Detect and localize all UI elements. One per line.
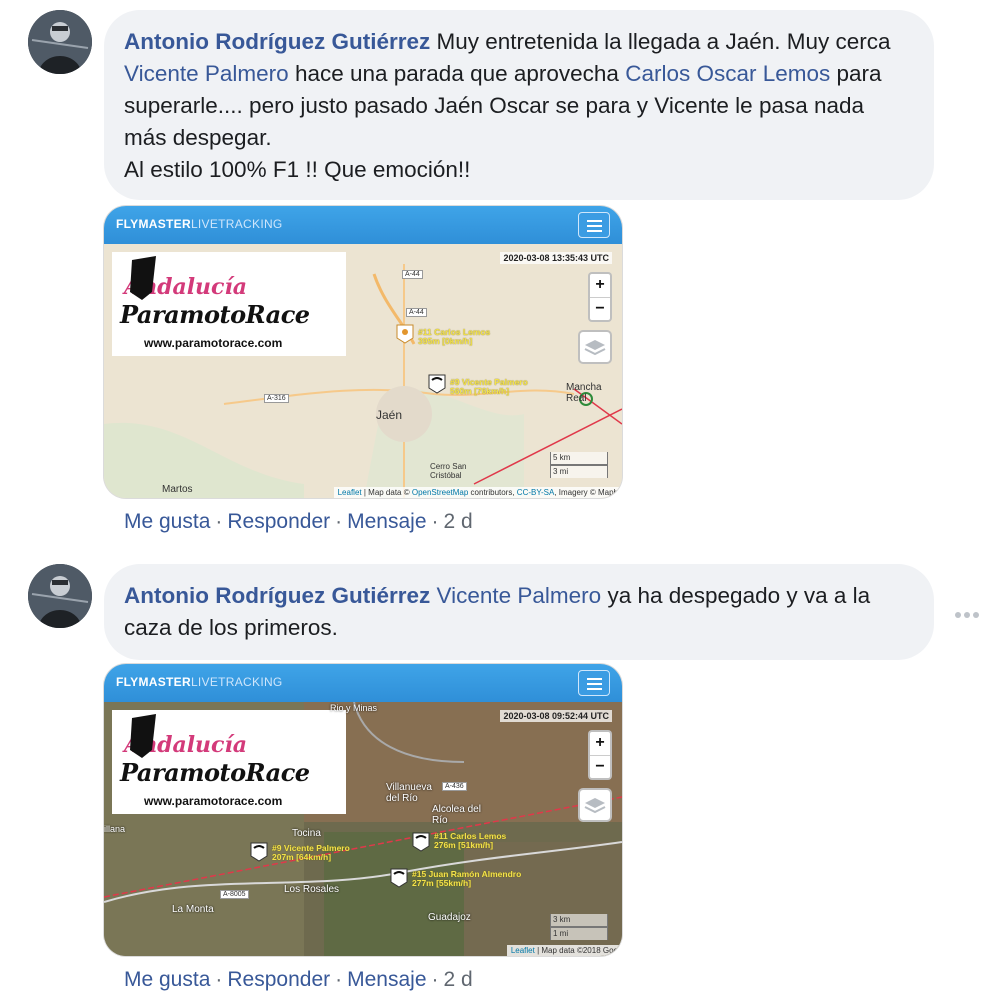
map-scale: 3 km 1 mi [550, 914, 608, 940]
like-link[interactable]: Me gusta [124, 510, 210, 533]
pilot-marker-icon [412, 832, 430, 852]
avatar-image [28, 564, 92, 628]
hamburger-menu-icon [578, 212, 610, 238]
zoom-in-icon: + [595, 276, 605, 293]
road-label: A-436 [442, 782, 467, 791]
map-view: Andalucía ParamotoRace www.paramotorace.… [104, 244, 622, 498]
comment-bubble: Antonio Rodríguez Gutiérrez Vicente Palm… [104, 564, 934, 660]
map-view: Andalucía ParamotoRace www.paramotorace.… [104, 702, 622, 956]
pilot-label: #15 Juan Ramón Almendro 277m [55km/h] [412, 869, 522, 888]
comment-author[interactable]: Antonio Rodríguez Gutiérrez [124, 29, 430, 54]
mention-vicente-palmero[interactable]: Vicente Palmero [437, 583, 602, 608]
logo-url: www.paramotorace.com [144, 336, 283, 350]
layers-icon [578, 330, 612, 364]
place-label: Martos [162, 484, 193, 495]
zoom-control: + − [588, 730, 612, 780]
zoom-control: + − [588, 272, 612, 322]
road-label: A-44 [402, 270, 423, 279]
pilot-label: #9 Vicente Palmero 207m [64km/h] [272, 843, 350, 862]
place-label: illana [104, 824, 126, 834]
comment-actions: Me gusta · Responder · Mensaje · 2 d [124, 510, 473, 533]
pilot-label: #11 Carlos Lemos 395m [0km/h] [418, 327, 491, 346]
more-options-icon[interactable] [954, 610, 980, 620]
layers-icon [578, 788, 612, 822]
message-link[interactable]: Mensaje [347, 968, 426, 991]
flymaster-header: FLYMASTERLIVETRACKING [104, 206, 622, 244]
avatar[interactable] [28, 564, 92, 628]
map-timestamp: 2020-03-08 09:52:44 UTC [500, 710, 612, 722]
map-screenshot-attachment[interactable]: FLYMASTERLIVETRACKING Andalucía Paramoto… [104, 664, 622, 956]
place-label: Tocina [292, 828, 321, 839]
paramotorace-logo: Andalucía ParamotoRace www.paramotorace.… [112, 710, 346, 814]
road-label: A-44 [406, 308, 427, 317]
place-label: Los Rosales [284, 884, 340, 895]
comment-bubble: Antonio Rodríguez Gutiérrez Muy entreten… [104, 10, 934, 200]
map-attribution: Leaflet | Map data © OpenStreetMap contr… [333, 487, 622, 498]
message-link[interactable]: Mensaje [347, 510, 426, 533]
zoom-out-icon: − [590, 755, 610, 778]
paramotorace-logo: Andalucía ParamotoRace www.paramotorace.… [112, 252, 346, 356]
comment-text: Al estilo 100% F1 !! Que emoción!! [124, 157, 471, 182]
zoom-out-icon: − [590, 297, 610, 320]
pilot-marker-icon [396, 324, 414, 344]
mention-vicente-palmero[interactable]: Vicente Palmero [124, 61, 289, 86]
map-scale: 5 km 3 mi [550, 452, 608, 478]
pilot-marker-icon [250, 842, 268, 862]
comment-time[interactable]: 2 d [444, 968, 473, 991]
avatar-image [28, 10, 92, 74]
road-label: A-8005 [220, 890, 249, 899]
comment-text: hace una parada que aprovecha [288, 61, 626, 86]
zoom-in-icon: + [595, 734, 605, 751]
reply-link[interactable]: Responder [227, 968, 330, 991]
place-label: Rio y Minas [330, 703, 378, 713]
pilot-marker-icon [428, 374, 446, 394]
place-label: Guadajoz [428, 912, 471, 923]
map-screenshot-attachment[interactable]: FLYMASTERLIVETRACKING Andalucía Paramoto… [104, 206, 622, 498]
pilot-silhouette-icon [130, 714, 156, 758]
pilot-label: #9 Vicente Palmero 560m [76km/h] [450, 377, 528, 396]
place-label: La Monta [172, 904, 214, 915]
avatar[interactable] [28, 10, 92, 74]
road-label: A-316 [264, 394, 289, 403]
pilot-silhouette-icon [130, 256, 156, 300]
comment-author[interactable]: Antonio Rodríguez Gutiérrez [124, 583, 430, 608]
place-label: Villanueva del Río [386, 782, 432, 804]
flymaster-brand: FLYMASTERLIVETRACKING [116, 217, 283, 231]
place-label: Alcolea del Río [432, 804, 481, 826]
comment-text: Muy entretenida la llegada a Jaén. Muy c… [430, 29, 891, 54]
logo-url: www.paramotorace.com [144, 794, 283, 808]
comment-actions: Me gusta · Responder · Mensaje · 2 d [124, 968, 473, 991]
comment-time[interactable]: 2 d [444, 510, 473, 533]
place-label: Mancha Real [566, 382, 602, 404]
map-timestamp: 2020-03-08 13:35:43 UTC [500, 252, 612, 264]
flymaster-brand: FLYMASTERLIVETRACKING [116, 675, 283, 689]
flymaster-header: FLYMASTERLIVETRACKING [104, 664, 622, 702]
like-link[interactable]: Me gusta [124, 968, 210, 991]
pilot-label: #11 Carlos Lemos 276m [51km/h] [434, 831, 507, 850]
place-label: Cerro San Cristóbal [430, 462, 467, 480]
pilot-marker-icon [390, 868, 408, 888]
mention-carlos-oscar-lemos[interactable]: Carlos Oscar Lemos [625, 61, 830, 86]
hamburger-menu-icon [578, 670, 610, 696]
place-label: Jaén [376, 408, 403, 422]
map-attribution: Leaflet | Map data ©2018 Goo [506, 945, 622, 956]
reply-link[interactable]: Responder [227, 510, 330, 533]
